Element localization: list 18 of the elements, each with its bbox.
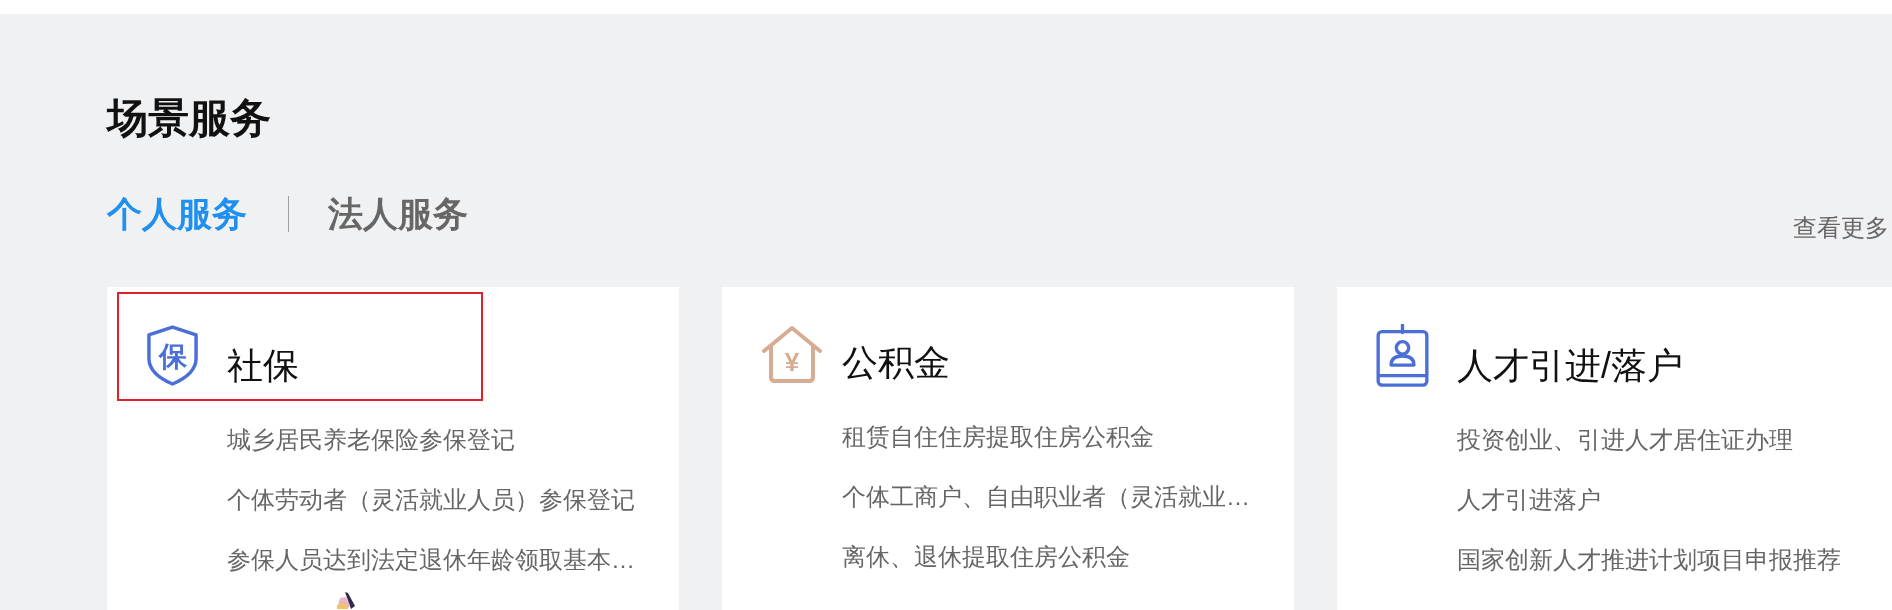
service-link[interactable]: 投资创业、引进人才居住证办理 bbox=[1457, 425, 1793, 455]
service-link[interactable]: 国家创新人才推进计划项目申报推荐 bbox=[1457, 545, 1841, 575]
more-link[interactable]: 查看更多 bbox=[1793, 216, 1889, 240]
section-title: 场景服务 bbox=[107, 98, 271, 139]
tab[interactable]: 法人服务 bbox=[328, 196, 468, 232]
card-title: 人才引进/落户 bbox=[1457, 348, 1683, 384]
service-link[interactable]: 人才引进落户 bbox=[1457, 485, 1601, 515]
service-link[interactable]: 参保人员达到法定退休年龄领取基本… bbox=[227, 545, 635, 575]
card-title: 公积金 bbox=[842, 345, 950, 381]
service-link[interactable]: 城乡居民养老保险参保登记 bbox=[227, 425, 515, 455]
service-link[interactable]: 个体劳动者（灵活就业人员）参保登记 bbox=[227, 485, 635, 515]
tab[interactable]: 个人服务 bbox=[107, 196, 247, 232]
id-badge-icon bbox=[1375, 324, 1430, 387]
card-title: 社保 bbox=[227, 348, 299, 384]
service-link[interactable]: 离休、退休提取住房公积金 bbox=[842, 542, 1130, 572]
service-link[interactable]: 租赁自住住房提取住房公积金 bbox=[842, 422, 1154, 452]
shield-icon: 保 bbox=[145, 324, 200, 387]
service-link[interactable]: 个体工商户、自由职业者（灵活就业… bbox=[842, 482, 1250, 512]
